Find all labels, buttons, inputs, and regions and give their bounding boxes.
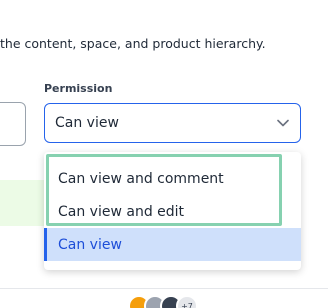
avatar-overflow-count: +7 — [176, 295, 198, 308]
option-can-view-and-comment[interactable]: Can view and comment — [44, 162, 301, 195]
info-banner — [0, 180, 44, 226]
permission-label: Permission — [44, 82, 113, 95]
avatar-group[interactable]: +7 — [128, 295, 198, 308]
option-can-view[interactable]: Can view — [44, 228, 301, 261]
permission-dropdown-menu: Can view and comment Can view and edit C… — [44, 152, 301, 270]
permission-select-value: Can view — [55, 115, 119, 131]
divider — [0, 288, 328, 289]
option-can-view-and-edit[interactable]: Can view and edit — [44, 195, 301, 228]
share-dialog: the content, space, and product hierarch… — [0, 0, 328, 308]
chevron-down-icon — [276, 116, 290, 130]
people-input[interactable] — [0, 102, 26, 146]
permission-help-text: the content, space, and product hierarch… — [0, 36, 266, 51]
permission-select[interactable]: Can view — [44, 103, 301, 143]
